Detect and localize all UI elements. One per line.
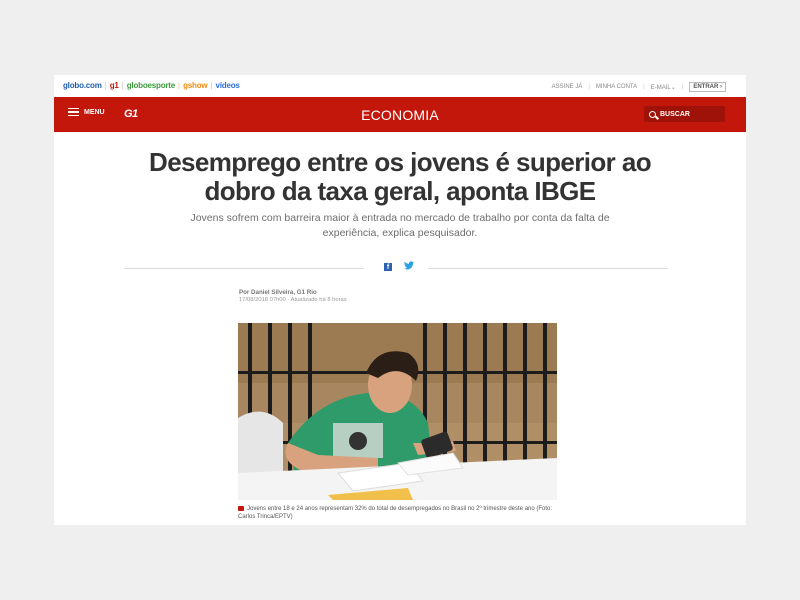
twitter-share-icon[interactable] bbox=[404, 261, 414, 274]
article-photo[interactable] bbox=[238, 323, 557, 500]
brand-globoesporte-link[interactable]: globoesporte bbox=[127, 81, 175, 90]
article-title: Desemprego entre os jovens é superior ao… bbox=[149, 147, 652, 206]
divider: | bbox=[104, 81, 107, 90]
young-man-writing-photo bbox=[238, 323, 557, 500]
my-account-link[interactable]: MINHA CONTA bbox=[596, 84, 637, 90]
divider bbox=[428, 268, 668, 269]
brand-globo-link[interactable]: globo.com bbox=[63, 81, 102, 90]
enter-label: ENTRAR bbox=[693, 84, 719, 90]
subscribe-link[interactable]: ASSINE JÁ bbox=[552, 84, 583, 90]
email-dropdown[interactable]: E-MAIL⌄ bbox=[651, 84, 676, 91]
caption-text: Jovens entre 18 e 24 anos representam 32… bbox=[238, 506, 553, 520]
camera-icon bbox=[238, 506, 244, 511]
brand-gshow-link[interactable]: gshow bbox=[183, 81, 208, 90]
section-header: MENU G1 ECONOMIA bbox=[54, 97, 746, 132]
account-links: ASSINE JÁ | MINHA CONTA | E-MAIL⌄ | ENTR… bbox=[546, 82, 726, 92]
brand-links: globo.com | g1 | globoesporte | gshow | … bbox=[63, 81, 243, 90]
photo-caption: Jovens entre 18 e 24 anos representam 32… bbox=[238, 505, 568, 521]
article-subtitle: Jovens sofrem com barreira maior à entra… bbox=[190, 212, 610, 239]
divider: | bbox=[681, 84, 684, 90]
chevron-right-icon: › bbox=[720, 84, 722, 90]
brand-g1-link[interactable]: g1 bbox=[110, 81, 119, 90]
divider: | bbox=[121, 81, 124, 90]
facebook-share-icon[interactable]: f bbox=[384, 263, 392, 271]
share-bar: f bbox=[124, 261, 668, 273]
article-date: 17/08/2018 07h00 · Atualizado há 8 horas bbox=[239, 297, 347, 303]
divider: | bbox=[588, 84, 590, 90]
search-input[interactable] bbox=[660, 110, 720, 118]
article-page: globo.com | g1 | globoesporte | gshow | … bbox=[54, 75, 746, 525]
twitter-icon bbox=[404, 261, 414, 270]
section-title[interactable]: ECONOMIA bbox=[54, 107, 746, 123]
search-box[interactable] bbox=[644, 106, 725, 122]
divider: | bbox=[210, 81, 213, 90]
enter-button[interactable]: ENTRAR › bbox=[689, 82, 726, 92]
divider bbox=[124, 268, 364, 269]
article-author[interactable]: Por Daniel Silveira, G1 Rio bbox=[239, 289, 317, 296]
chevron-down-icon: ⌄ bbox=[670, 84, 676, 91]
globo-topbar: globo.com | g1 | globoesporte | gshow | … bbox=[54, 75, 746, 97]
search-icon[interactable] bbox=[649, 110, 656, 118]
divider: | bbox=[178, 81, 181, 90]
email-label: E-MAIL bbox=[650, 84, 671, 91]
brand-videos-link[interactable]: vídeos bbox=[216, 81, 240, 90]
divider: | bbox=[643, 84, 645, 90]
